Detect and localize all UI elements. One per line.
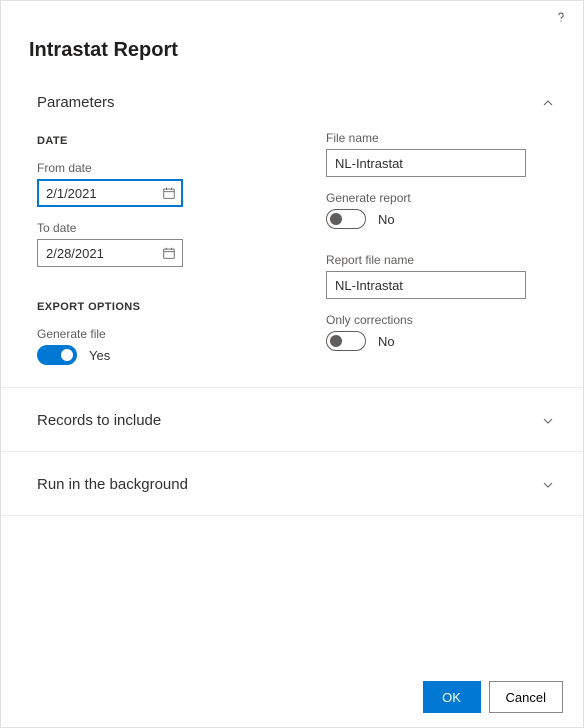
file-name-input[interactable]: [326, 149, 526, 177]
to-date-label: To date: [37, 221, 266, 235]
generate-report-label: Generate report: [326, 191, 555, 205]
calendar-icon[interactable]: [161, 185, 177, 201]
section-parameters-header[interactable]: Parameters: [1, 70, 583, 119]
file-name-label: File name: [326, 131, 555, 145]
chevron-up-icon: [541, 96, 555, 110]
calendar-icon[interactable]: [161, 245, 177, 261]
report-file-name-input[interactable]: [326, 271, 526, 299]
section-background-title: Run in the background: [37, 476, 188, 493]
only-corrections-state: No: [378, 334, 395, 349]
report-file-name-label: Report file name: [326, 253, 555, 267]
only-corrections-toggle[interactable]: [326, 331, 366, 351]
section-records-header[interactable]: Records to include: [1, 388, 583, 452]
ok-button[interactable]: OK: [423, 681, 481, 713]
section-parameters-title: Parameters: [37, 94, 115, 111]
chevron-down-icon: [541, 414, 555, 428]
generate-file-label: Generate file: [37, 327, 266, 341]
help-icon[interactable]: [553, 9, 569, 25]
section-records-title: Records to include: [37, 412, 161, 429]
cancel-button[interactable]: Cancel: [489, 681, 563, 713]
section-background-header[interactable]: Run in the background: [1, 452, 583, 516]
generate-file-toggle[interactable]: [37, 345, 77, 365]
date-group-label: DATE: [37, 135, 266, 147]
page-title: Intrastat Report: [29, 39, 559, 62]
generate-file-state: Yes: [89, 348, 110, 363]
only-corrections-label: Only corrections: [326, 313, 555, 327]
export-group-label: EXPORT OPTIONS: [37, 301, 266, 313]
generate-report-toggle[interactable]: [326, 209, 366, 229]
section-parameters-body: DATE From date To date: [1, 119, 583, 388]
from-date-label: From date: [37, 161, 266, 175]
generate-report-state: No: [378, 212, 395, 227]
chevron-down-icon: [541, 478, 555, 492]
